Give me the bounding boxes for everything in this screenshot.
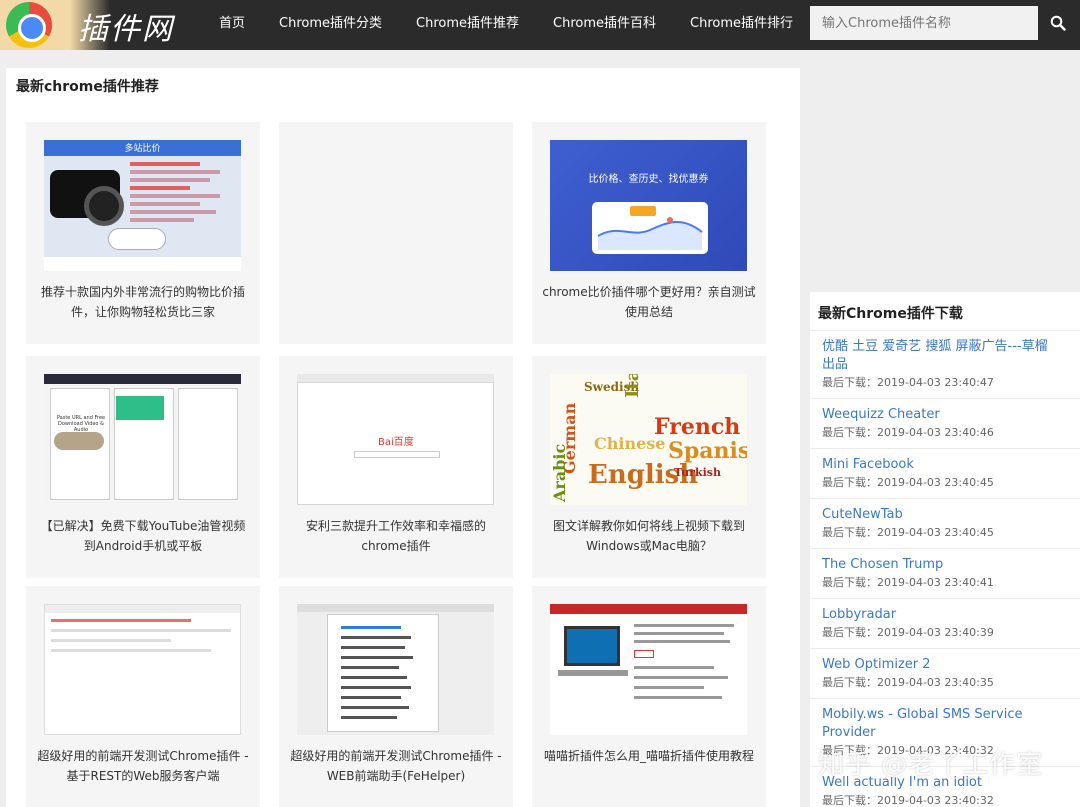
article-card-empty[interactable] <box>279 122 513 344</box>
list-item: Web Optimizer 2 最后下载：2019-04-03 23:40:35 <box>810 648 1080 698</box>
article-thumbnail[interactable]: 多站比价 <box>44 140 241 271</box>
article-card[interactable]: Paste URL and Free Download Video & Audi… <box>26 356 260 578</box>
list-item: 优酷 土豆 爱奇艺 搜狐 屏蔽广告---草榴出品 最后下载：2019-04-03… <box>810 330 1080 398</box>
thumbnail-caption: 比价格、查历史、找优惠券 <box>588 174 709 185</box>
article-title[interactable]: 推荐十款国内外非常流行的购物比价插件，让你购物轻松货比三家 <box>36 282 250 322</box>
last-download-time: 最后下载：2019-04-03 23:40:46 <box>822 426 994 439</box>
last-download-time: 最后下载：2019-04-03 23:40:39 <box>822 626 994 639</box>
panel-title: 最新chrome插件推荐 <box>16 79 159 95</box>
plugin-link[interactable]: The Chosen Trump <box>822 556 1056 574</box>
thumbnail-caption: 多站比价 <box>124 144 161 154</box>
top-navigation-bar: 插件网 首页 Chrome插件分类 Chrome插件推荐 Chrome插件百科 … <box>0 0 1080 50</box>
article-card[interactable]: 比价格、查历史、找优惠券 chrome比价插件哪个更好用？亲自测试使用总结 <box>532 122 766 344</box>
article-card[interactable]: Bai百度 安利三款提升工作效率和幸福感的chrome插件 <box>279 356 513 578</box>
plugin-link[interactable]: Weequizz Cheater <box>822 406 1056 424</box>
article-title[interactable]: 喵喵折插件怎么用_喵喵折插件使用教程 <box>542 746 756 766</box>
plugin-link[interactable]: Mini Facebook <box>822 456 1056 474</box>
article-card[interactable]: 超级好用的前端开发测试Chrome插件 - WEB前端助手(FeHelper) <box>279 586 513 807</box>
plugin-link[interactable]: 优酷 土豆 爱奇艺 搜狐 屏蔽广告---草榴出品 <box>822 338 1056 374</box>
article-card[interactable]: 喵喵折插件怎么用_喵喵折插件使用教程 <box>532 586 766 807</box>
search-icon <box>1050 15 1066 31</box>
nav-item-encyclopedia[interactable]: Chrome插件百科 <box>536 0 673 50</box>
last-download-time: 最后下载：2019-04-03 23:40:41 <box>822 576 994 589</box>
article-thumbnail[interactable] <box>44 604 241 735</box>
article-thumbnail[interactable]: Paste URL and Free Download Video & Audi… <box>44 374 241 505</box>
last-download-time: 最后下载：2019-04-03 23:40:35 <box>822 676 994 689</box>
article-title[interactable]: 超级好用的前端开发测试Chrome插件 - WEB前端助手(FeHelper) <box>289 746 503 786</box>
plugin-link[interactable]: Lobbyradar <box>822 606 1056 624</box>
article-thumbnail[interactable] <box>297 604 494 735</box>
site-logo-text: 插件网 <box>78 12 174 47</box>
article-card[interactable]: Swedish Italian German Chinese French Sp… <box>532 356 766 578</box>
article-title[interactable]: 安利三款提升工作效率和幸福感的chrome插件 <box>289 516 503 556</box>
search-input[interactable] <box>810 6 1038 40</box>
article-thumbnail[interactable]: Bai百度 <box>297 374 494 505</box>
nav-item-home[interactable]: 首页 <box>202 0 262 50</box>
sidebar-title: 最新Chrome插件下载 <box>818 306 963 322</box>
article-card[interactable]: 多站比价 推荐十款国内外非常流行的购物比价插件，让你购物轻松货比三家 <box>26 122 260 344</box>
list-item: The Chosen Trump 最后下载：2019-04-03 23:40:4… <box>810 548 1080 598</box>
nav-item-categories[interactable]: Chrome插件分类 <box>262 0 399 50</box>
thumbnail-caption: Paste URL and Free Download Video & Audi… <box>56 415 106 433</box>
article-title[interactable]: 【已解决】免费下载YouTube油管视频到Android手机或平板 <box>36 516 250 556</box>
search-button[interactable] <box>1040 6 1076 40</box>
nav-item-ranking[interactable]: Chrome插件排行 <box>673 0 810 50</box>
list-item: CuteNewTab 最后下载：2019-04-03 23:40:45 <box>810 498 1080 548</box>
article-thumbnail[interactable]: 比价格、查历史、找优惠券 <box>550 140 747 271</box>
nav-item-recommended[interactable]: Chrome插件推荐 <box>399 0 536 50</box>
download-list: 优酷 土豆 爱奇艺 搜狐 屏蔽广告---草榴出品 最后下载：2019-04-03… <box>810 330 1080 807</box>
site-logo[interactable]: 插件网 <box>0 0 190 50</box>
list-item: Lobbyradar 最后下载：2019-04-03 23:40:39 <box>810 598 1080 648</box>
article-title[interactable]: chrome比价插件哪个更好用？亲自测试使用总结 <box>542 282 756 322</box>
thumbnail-caption: Bai百度 <box>378 437 414 448</box>
article-title[interactable]: 超级好用的前端开发测试Chrome插件 - 基于REST的Web服务客户端 <box>36 746 250 786</box>
chrome-logo-icon <box>6 2 52 48</box>
watermark-text: 知乎 @老丫工作室 <box>818 750 1044 780</box>
main-nav: 首页 Chrome插件分类 Chrome插件推荐 Chrome插件百科 Chro… <box>202 0 810 50</box>
last-download-time: 最后下载：2019-04-03 23:40:45 <box>822 526 994 539</box>
last-download-time: 最后下载：2019-04-03 23:40:47 <box>822 376 994 389</box>
plugin-link[interactable]: Web Optimizer 2 <box>822 656 1056 674</box>
last-download-time: 最后下载：2019-04-03 23:40:32 <box>822 794 994 807</box>
last-download-time: 最后下载：2019-04-03 23:40:45 <box>822 476 994 489</box>
list-item: Mini Facebook 最后下载：2019-04-03 23:40:45 <box>810 448 1080 498</box>
article-thumbnail[interactable] <box>550 604 747 735</box>
plugin-link[interactable]: Mobily.ws - Global SMS Service Provider <box>822 706 1056 742</box>
article-card[interactable]: 超级好用的前端开发测试Chrome插件 - 基于REST的Web服务客户端 <box>26 586 260 807</box>
list-item: Weequizz Cheater 最后下载：2019-04-03 23:40:4… <box>810 398 1080 448</box>
latest-downloads-sidebar: 最新Chrome插件下载 优酷 土豆 爱奇艺 搜狐 屏蔽广告---草榴出品 最后… <box>810 292 1080 807</box>
latest-plugins-panel: 最新chrome插件推荐 多站比价 推荐十款国内外非常流行的购物比价插件，让你购… <box>6 68 800 807</box>
article-title[interactable]: 图文详解教你如何将线上视频下载到Windows或Mac电脑？ <box>542 516 756 556</box>
article-thumbnail[interactable]: Swedish Italian German Chinese French Sp… <box>550 374 747 505</box>
plugin-link[interactable]: CuteNewTab <box>822 506 1056 524</box>
